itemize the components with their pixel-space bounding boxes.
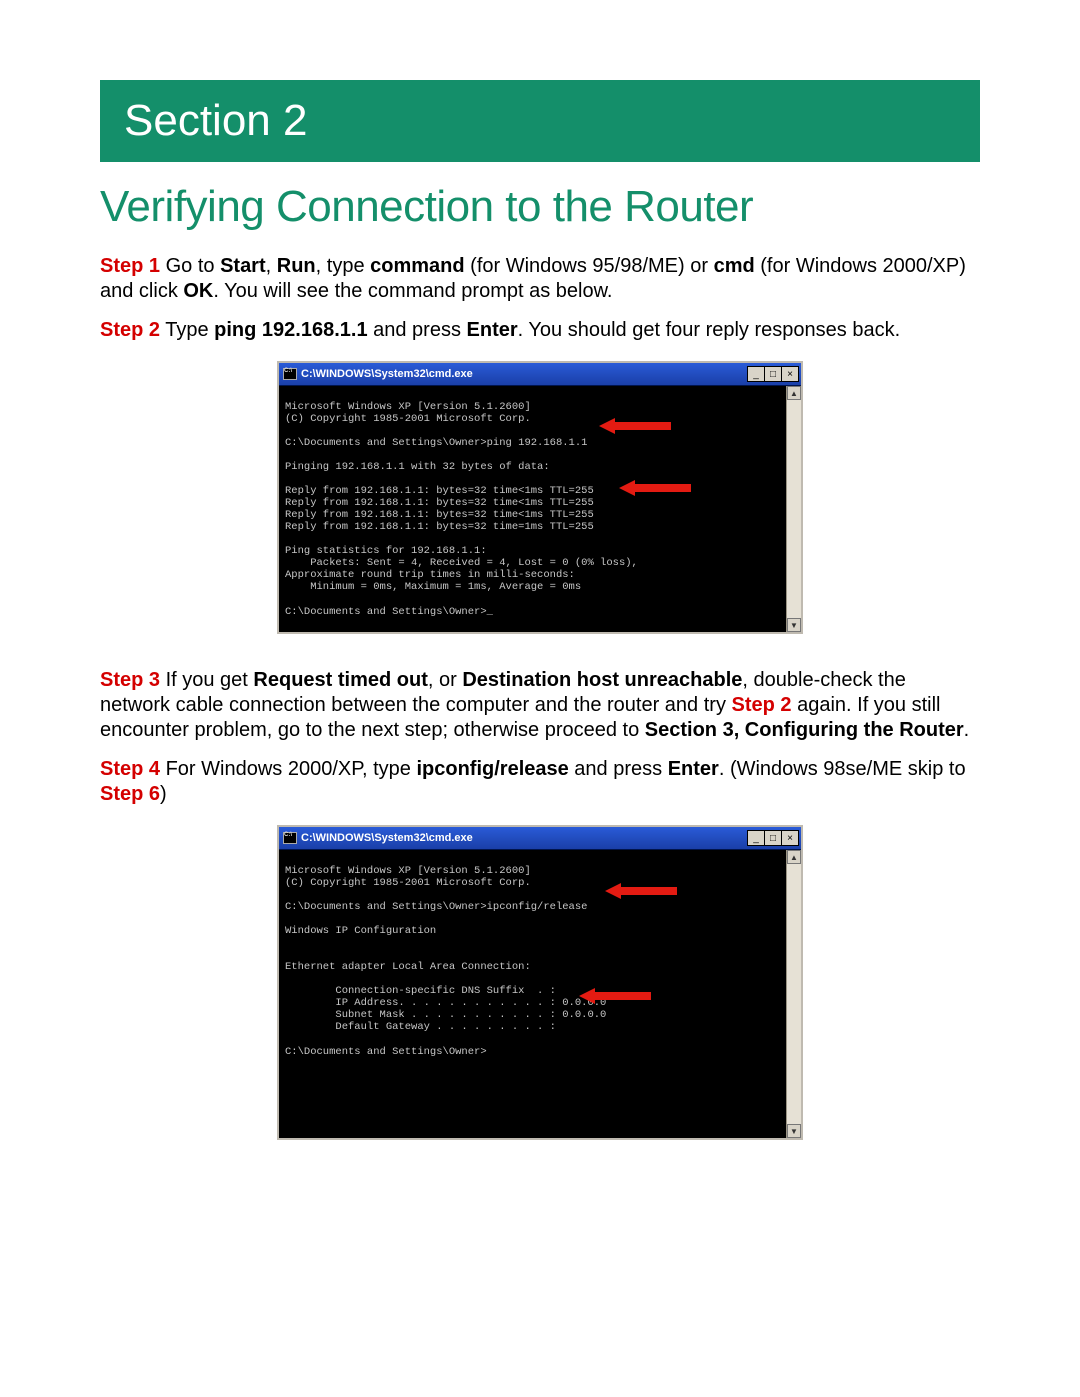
- text: and press: [368, 319, 467, 341]
- text: . You will see the command prompt as bel…: [213, 280, 612, 302]
- command-bold: command: [370, 255, 464, 277]
- text: , type: [316, 255, 370, 277]
- maximize-button[interactable]: □: [764, 830, 782, 846]
- cmd-body: ▲ ▼ Microsoft Windows XP [Version 5.1.26…: [279, 850, 801, 1138]
- step-4-label: Step 4: [100, 758, 160, 780]
- ipconfig-bold: ipconfig/release: [416, 758, 568, 780]
- cmd-screenshot-1: C:\WINDOWS\System32\cmd.exe _ □ × ▲ ▼ Mi…: [100, 361, 980, 634]
- cmd-icon: [283, 368, 297, 380]
- rto-bold: Request timed out: [253, 669, 427, 691]
- step-2-label: Step 2: [100, 319, 160, 341]
- minimize-button[interactable]: _: [747, 830, 765, 846]
- step-6-ref: Step 6: [100, 783, 160, 805]
- scroll-down-button[interactable]: ▼: [787, 618, 801, 632]
- cmd-output: Microsoft Windows XP [Version 5.1.2600] …: [285, 865, 795, 1058]
- step-1-label: Step 1: [100, 255, 160, 277]
- page-title: Verifying Connection to the Router: [100, 182, 980, 232]
- text: , or: [428, 669, 462, 691]
- section-banner: Section 2: [100, 80, 980, 162]
- cmd-window: C:\WINDOWS\System32\cmd.exe _ □ × ▲ ▼ Mi…: [277, 361, 803, 634]
- cmd-icon: [283, 832, 297, 844]
- enter-bold: Enter: [668, 758, 719, 780]
- maximize-button[interactable]: □: [764, 366, 782, 382]
- step-3-text: Step 3 If you get Request timed out, or …: [100, 668, 980, 743]
- cmd-bold: cmd: [714, 255, 755, 277]
- text: Go to: [160, 255, 220, 277]
- step-2-ref: Step 2: [732, 694, 792, 716]
- cmd-window: C:\WINDOWS\System32\cmd.exe _ □ × ▲ ▼ Mi…: [277, 825, 803, 1140]
- cmd-title-text: C:\WINDOWS\System32\cmd.exe: [301, 368, 473, 380]
- text: and press: [569, 758, 668, 780]
- run-bold: Run: [277, 255, 316, 277]
- section3-bold: Section 3, Configuring the Router: [645, 719, 964, 741]
- text: For Windows 2000/XP, type: [160, 758, 416, 780]
- ping-bold: ping 192.168.1.1: [214, 319, 367, 341]
- step-2-text: Step 2 Type ping 192.168.1.1 and press E…: [100, 318, 980, 343]
- text: . (Windows 98se/ME skip to: [719, 758, 966, 780]
- start-bold: Start: [220, 255, 266, 277]
- text: ): [160, 783, 167, 805]
- text: (for Windows 95/98/ME) or: [465, 255, 714, 277]
- cmd-title-text: C:\WINDOWS\System32\cmd.exe: [301, 832, 473, 844]
- scroll-down-button[interactable]: ▼: [787, 1124, 801, 1138]
- cmd-titlebar-left: C:\WINDOWS\System32\cmd.exe: [283, 832, 473, 844]
- cmd-titlebar: C:\WINDOWS\System32\cmd.exe _ □ ×: [279, 363, 801, 386]
- cmd-titlebar: C:\WINDOWS\System32\cmd.exe _ □ ×: [279, 827, 801, 850]
- step-1-text: Step 1 Go to Start, Run, type command (f…: [100, 254, 980, 304]
- document-page: Section 2 Verifying Connection to the Ro…: [0, 0, 1080, 1254]
- minimize-button[interactable]: _: [747, 366, 765, 382]
- cmd-output: Microsoft Windows XP [Version 5.1.2600] …: [285, 401, 795, 618]
- text: ,: [266, 255, 277, 277]
- scrollbar[interactable]: ▲ ▼: [786, 386, 801, 632]
- ok-bold: OK: [183, 280, 213, 302]
- dhu-bold: Destination host unreachable: [462, 669, 742, 691]
- text: If you get: [160, 669, 253, 691]
- scroll-up-button[interactable]: ▲: [787, 386, 801, 400]
- close-button[interactable]: ×: [781, 830, 799, 846]
- window-controls: _ □ ×: [748, 830, 799, 846]
- cmd-body: ▲ ▼ Microsoft Windows XP [Version 5.1.26…: [279, 386, 801, 632]
- scrollbar[interactable]: ▲ ▼: [786, 850, 801, 1138]
- text: . You should get four reply responses ba…: [518, 319, 900, 341]
- cmd-titlebar-left: C:\WINDOWS\System32\cmd.exe: [283, 368, 473, 380]
- cmd-screenshot-2: C:\WINDOWS\System32\cmd.exe _ □ × ▲ ▼ Mi…: [100, 825, 980, 1140]
- step-3-label: Step 3: [100, 669, 160, 691]
- text: .: [964, 719, 970, 741]
- scroll-up-button[interactable]: ▲: [787, 850, 801, 864]
- enter-bold: Enter: [467, 319, 518, 341]
- text: Type: [160, 319, 214, 341]
- step-4-text: Step 4 For Windows 2000/XP, type ipconfi…: [100, 757, 980, 807]
- window-controls: _ □ ×: [748, 366, 799, 382]
- close-button[interactable]: ×: [781, 366, 799, 382]
